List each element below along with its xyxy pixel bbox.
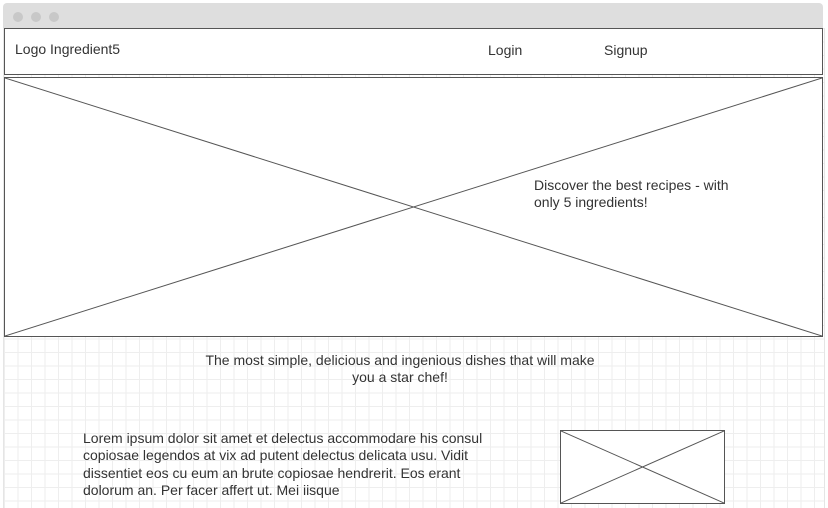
window-titlebar: [3, 3, 823, 28]
browser-window: Logo Ingredient5 Login Signup Discover t…: [0, 0, 828, 508]
content-paragraph: Lorem ipsum dolor sit amet et delectus a…: [83, 430, 483, 499]
hero-image-placeholder: Discover the best recipes - with only 5 …: [4, 77, 823, 337]
image-placeholder-cross-icon: [561, 431, 724, 503]
logo[interactable]: Logo Ingredient5: [15, 41, 120, 57]
tagline: The most simple, delicious and ingenious…: [205, 352, 595, 385]
site-header: Logo Ingredient5 Login Signup: [4, 28, 823, 75]
window-maximize-dot-icon[interactable]: [49, 12, 59, 22]
login-link[interactable]: Login: [488, 42, 522, 58]
signup-link[interactable]: Signup: [604, 42, 648, 58]
hero-headline: Discover the best recipes - with only 5 …: [534, 177, 729, 210]
window-minimize-dot-icon[interactable]: [31, 12, 41, 22]
window-close-dot-icon[interactable]: [13, 12, 23, 22]
content-image-placeholder: [560, 430, 725, 504]
